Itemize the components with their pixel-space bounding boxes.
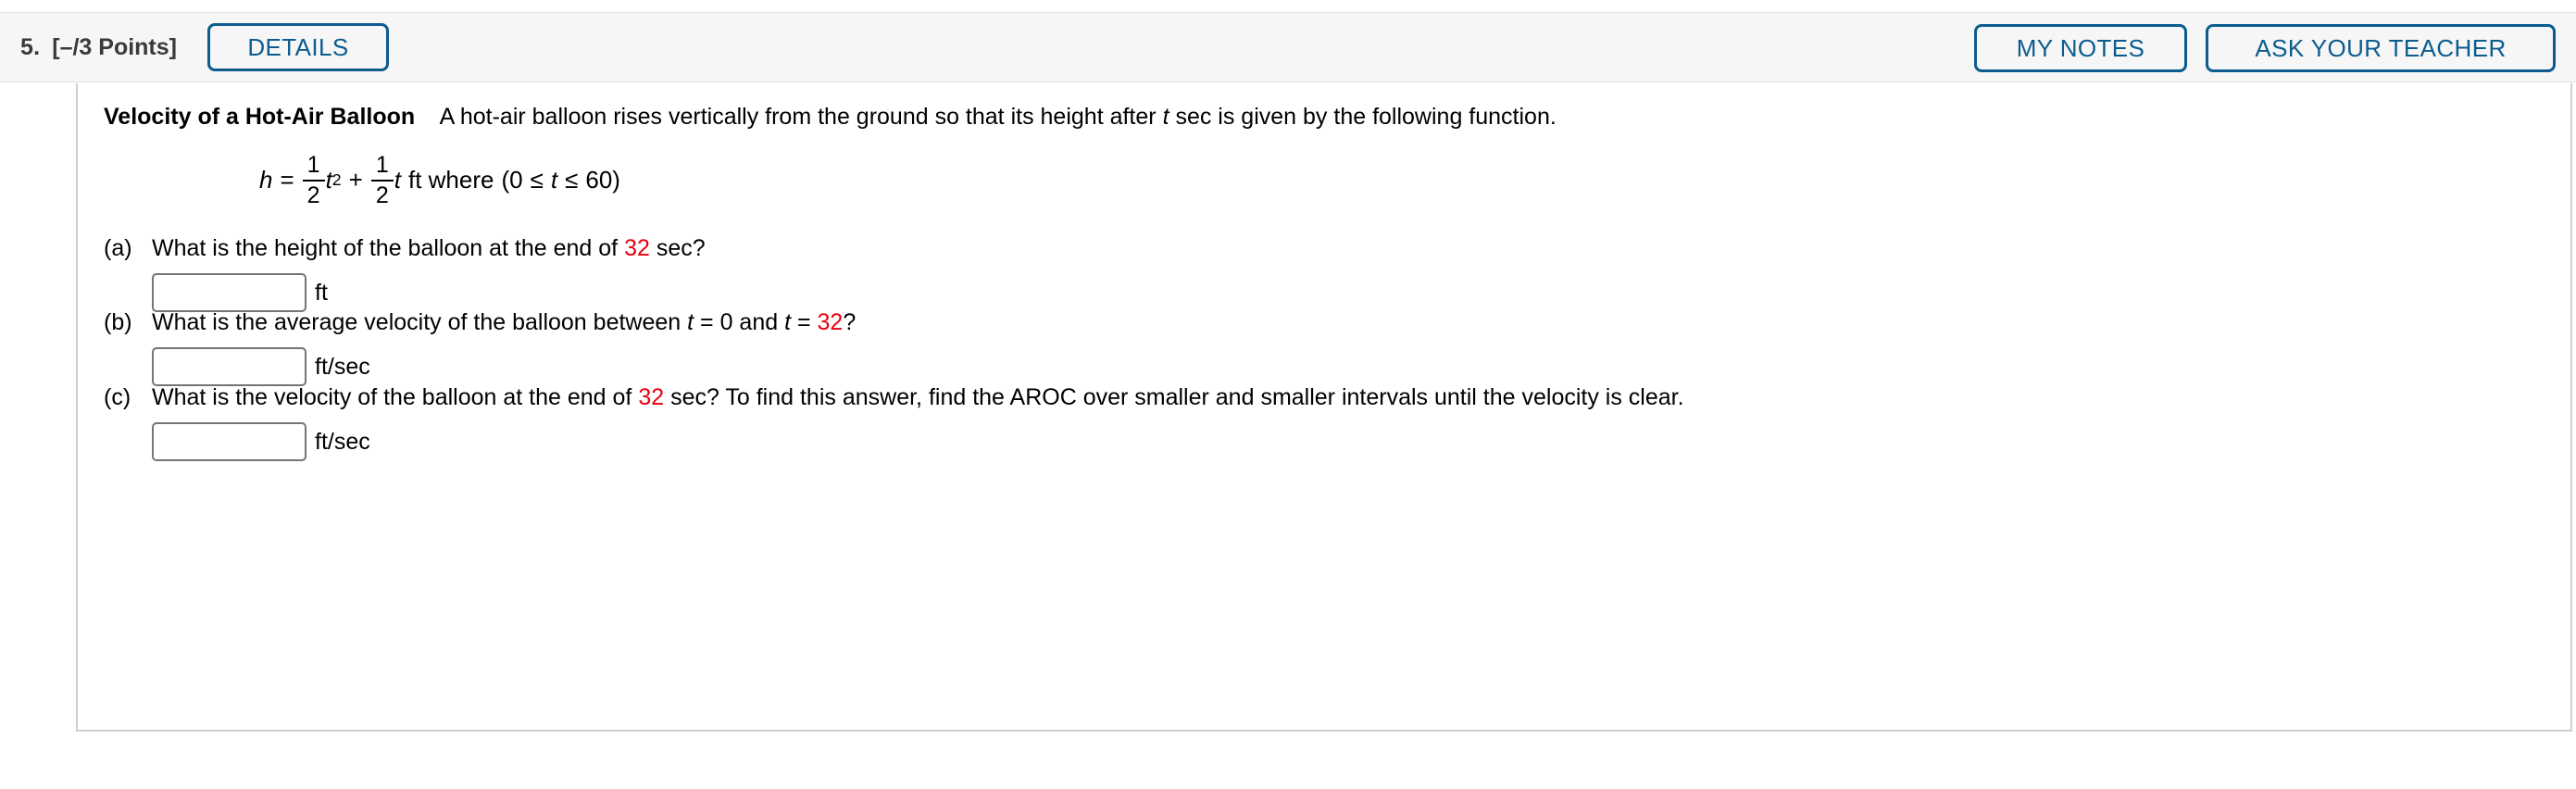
part-c-question-row: (c) What is the velocity of the balloon … (104, 384, 2511, 411)
question-content-card: Velocity of a Hot-Air Balloon A hot-air … (76, 83, 2572, 732)
fraction-bar (302, 179, 325, 182)
formula-plus: + (348, 166, 363, 194)
question-header-left: 5. [–/3 Points] DETAILS (20, 23, 389, 71)
formula-domain-open: (0 (501, 166, 523, 194)
part-b-question-pre: What is the average velocity of the ball… (152, 309, 818, 335)
part-a-answer-input[interactable] (152, 273, 306, 312)
formula-domain-le-upper: ≤ (565, 166, 579, 194)
part-a: (a) What is the height of the balloon at… (104, 235, 2511, 312)
part-a-answer-row: ft (152, 273, 2511, 312)
question-header-right: MY NOTES ASK YOUR TEACHER (1974, 24, 2556, 72)
question-number: 5. (20, 33, 41, 60)
part-c-question-value: 32 (638, 384, 665, 410)
formula-units-label: ft where (407, 166, 494, 194)
points-badge: [–/3 Points] (52, 33, 177, 60)
fraction-denominator: 2 (306, 182, 320, 208)
fraction-bar (370, 179, 394, 182)
fraction-one-half-second: 1 2 (370, 152, 394, 208)
height-function-formula: h = 1 2 t2 + 1 2 t ft where (0 ≤ t ≤ 60) (259, 153, 620, 207)
fraction-numerator: 1 (375, 152, 389, 178)
fraction-denominator: 2 (375, 182, 389, 208)
fraction-one-half-first: 1 2 (302, 152, 325, 208)
part-c-label: (c) (104, 384, 131, 410)
part-a-question-row: (a) What is the height of the balloon at… (104, 235, 2511, 262)
problem-description: A hot-air balloon rises vertically from … (439, 104, 1557, 130)
part-b-question-post: ? (843, 309, 857, 335)
details-button[interactable]: DETAILS (207, 23, 389, 71)
part-b-label: (b) (104, 309, 132, 335)
part-a-unit-label: ft (315, 279, 328, 306)
part-a-label: (a) (104, 235, 132, 261)
part-b-question-row: (b) What is the average velocity of the … (104, 309, 2511, 336)
part-a-question-value: 32 (624, 235, 650, 261)
formula-domain-variable: t (550, 166, 558, 194)
part-c-answer-row: ft/sec (152, 422, 2511, 461)
part-b-unit-label: ft/sec (315, 353, 370, 380)
part-c: (c) What is the velocity of the balloon … (104, 384, 2511, 461)
part-a-question: What is the height of the balloon at the… (152, 235, 706, 262)
part-c-question-pre: What is the velocity of the balloon at t… (152, 384, 639, 410)
formula-term2-variable: t (394, 166, 401, 194)
formula-term1-exponent: 2 (331, 170, 342, 189)
formula-domain-max: 60) (585, 166, 620, 194)
part-a-question-post: sec? (649, 235, 706, 261)
part-b-answer-row: ft/sec (152, 347, 2511, 386)
part-b-question-value: 32 (817, 309, 844, 335)
problem-title: Velocity of a Hot-Air Balloon (104, 104, 416, 130)
part-b-question: What is the average velocity of the ball… (152, 309, 856, 336)
my-notes-button[interactable]: MY NOTES (1974, 24, 2187, 72)
part-b: (b) What is the average velocity of the … (104, 309, 2511, 386)
part-c-answer-input[interactable] (152, 422, 306, 461)
part-c-unit-label: ft/sec (315, 428, 370, 455)
part-b-answer-input[interactable] (152, 347, 306, 386)
question-header-bar: 5. [–/3 Points] DETAILS MY NOTES ASK YOU… (0, 12, 2576, 82)
formula-equals: = (280, 166, 294, 194)
formula-domain-le-lower: ≤ (530, 166, 544, 194)
formula-term1-variable: t (325, 166, 332, 194)
fraction-numerator: 1 (306, 152, 320, 178)
problem-heading-row: Velocity of a Hot-Air Balloon A hot-air … (104, 104, 1557, 131)
ask-your-teacher-button[interactable]: ASK YOUR TEACHER (2206, 24, 2556, 72)
part-c-question: What is the velocity of the balloon at t… (152, 384, 1684, 411)
part-a-question-pre: What is the height of the balloon at the… (152, 235, 625, 261)
formula-lhs: h (259, 166, 273, 194)
part-c-question-post: sec? To find this answer, find the AROC … (664, 384, 1684, 410)
